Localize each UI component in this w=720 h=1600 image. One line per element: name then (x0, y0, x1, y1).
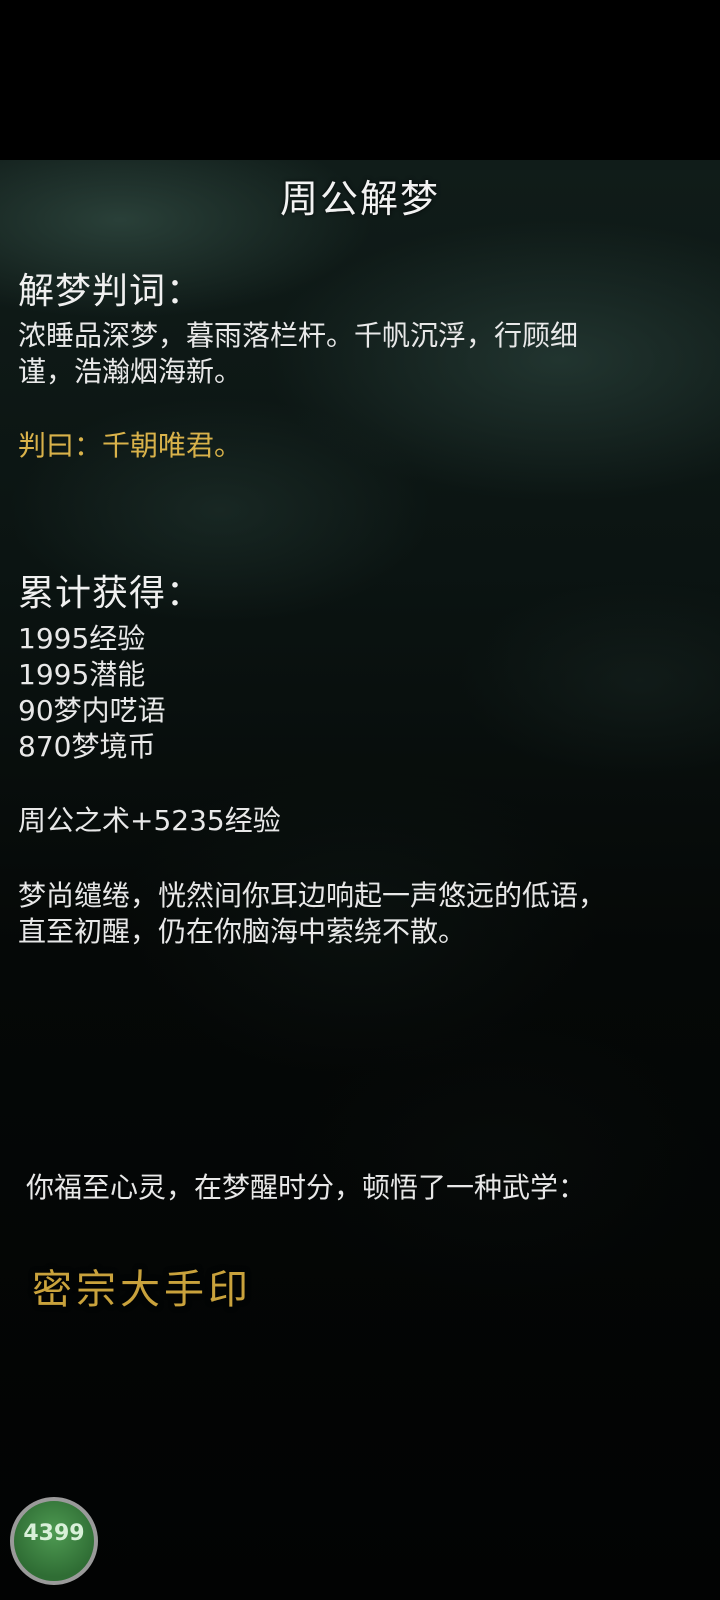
rewards-bonus: 周公之术+5235经验 (18, 804, 281, 837)
rewards-heading: 累计获得： (18, 573, 204, 614)
epilogue-line-2: 直至初醒，仍在你脑海中萦绕不散。 (18, 915, 467, 948)
judgement-verdict: 判曰：千朝唯君。 (18, 429, 243, 462)
judgement-heading: 解梦判词： (18, 271, 204, 312)
page-title: 周公解梦 (279, 177, 440, 221)
rewards-list: 1995经验 1995潜能 90梦内呓语 870梦境币 (18, 621, 698, 765)
poem-line-1: 浓睡品深梦，暮雨落栏杆。千帆沉浮，行顾细 (18, 319, 579, 352)
dream-interpretation-panel: 周公解梦 解梦判词： 浓睡品深梦，暮雨落栏杆。千帆沉浮，行顾细 谨，浩瀚烟海新。… (0, 160, 720, 1600)
judgement-poem: 浓睡品深梦，暮雨落栏杆。千帆沉浮，行顾细 谨，浩瀚烟海新。 (18, 318, 698, 390)
epilogue: 梦尚缱绻，恍然间你耳边响起一声悠远的低语， 直至初醒，仍在你脑海中萦绕不散。 (18, 878, 698, 950)
reward-item-potential: 1995潜能 (18, 658, 146, 691)
reward-item-dream-coins: 870梦境币 (18, 730, 156, 763)
status-bar-area (0, 0, 720, 160)
floating-game-badge[interactable]: 4399 (10, 1497, 98, 1585)
badge-label: 4399 (23, 1521, 85, 1546)
learned-skill-name: 密宗大手印 (32, 1267, 252, 1313)
epilogue-line-1: 梦尚缱绻，恍然间你耳边响起一声悠远的低语， (18, 879, 607, 912)
poem-line-2: 谨，浩瀚烟海新。 (18, 355, 243, 388)
reward-item-whispers: 90梦内呓语 (18, 694, 166, 727)
reward-item-experience: 1995经验 (18, 622, 146, 655)
enlightenment-text: 你福至心灵，在梦醒时分，顿悟了一种武学： (26, 1171, 587, 1204)
